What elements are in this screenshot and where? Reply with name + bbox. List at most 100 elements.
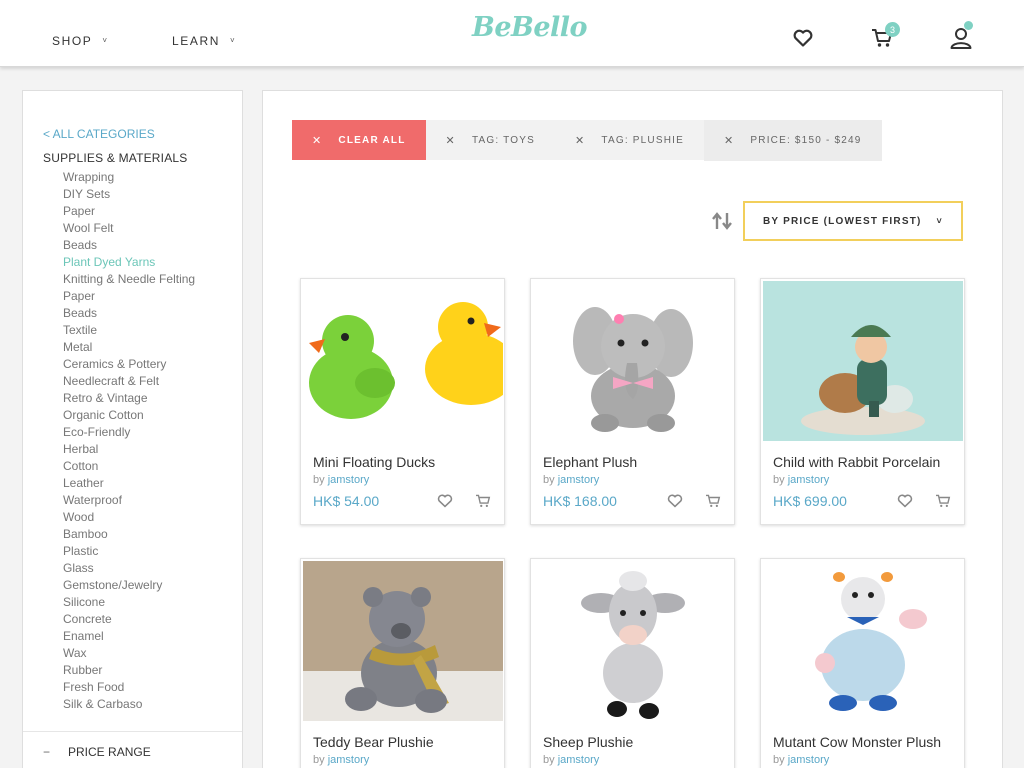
notification-dot [964, 21, 973, 30]
sidebar-subcategory-item[interactable]: Needlecraft & Felt [63, 373, 195, 390]
add-to-cart-icon[interactable] [704, 492, 722, 510]
product-seller: by jamstory [313, 754, 502, 766]
product-title[interactable]: Mini Floating Ducks [313, 454, 502, 470]
sidebar-subcategory-item[interactable]: Beads [63, 237, 195, 254]
sidebar-subcategory-item[interactable]: Textile [63, 322, 195, 339]
add-to-cart-icon[interactable] [934, 492, 952, 510]
add-to-cart-icon[interactable] [474, 492, 492, 510]
price-range-toggle[interactable]: − PRICE RANGE [43, 745, 151, 759]
sort-dropdown[interactable]: BY PRICE (LOWEST FIRST) ˅ [743, 201, 963, 241]
sidebar-subcategory-item[interactable]: Cotton [63, 458, 195, 475]
sidebar-subcategory-item[interactable]: Wrapping [63, 169, 195, 186]
product-card[interactable]: Teddy Bear Plushie by jamstory [300, 558, 505, 768]
sidebar-subcategory-item[interactable]: Silicone [63, 594, 195, 611]
sidebar-subcategory-item[interactable]: Concrete [63, 611, 195, 628]
close-icon[interactable]: ✕ [446, 134, 456, 147]
chevron-down-icon: ˅ [102, 35, 109, 45]
product-seller: by jamstory [773, 474, 962, 486]
filter-chip-label: TAG: TOYS [471, 134, 535, 146]
sidebar-subcategory-item[interactable]: Retro & Vintage [63, 390, 195, 407]
clear-all-label: CLEAR ALL [338, 134, 406, 146]
product-image-teddy-bear[interactable] [303, 561, 503, 721]
product-card[interactable]: Mutant Cow Monster Plush by jamstory [760, 558, 965, 768]
product-title[interactable]: Child with Rabbit Porcelain [773, 454, 962, 470]
category-heading[interactable]: SUPPLIES & MATERIALS [43, 151, 188, 165]
heart-icon[interactable] [666, 492, 684, 510]
heart-icon[interactable] [436, 492, 454, 510]
sidebar-subcategory-item[interactable]: Glass [63, 560, 195, 577]
sidebar-subcategory-item[interactable]: Leather [63, 475, 195, 492]
sidebar-subcategory-item[interactable]: Waterproof [63, 492, 195, 509]
filter-chip-label: PRICE: $150 - $249 [750, 135, 862, 146]
filter-chip-tag-toys[interactable]: ✕ TAG: TOYS [425, 120, 555, 160]
close-icon[interactable]: ✕ [575, 134, 585, 147]
sidebar-subcategory-item[interactable]: Bamboo [63, 526, 195, 543]
sidebar-subcategory-item[interactable]: Gemstone/Jewelry [63, 577, 195, 594]
product-title[interactable]: Elephant Plush [543, 454, 732, 470]
sidebar-subcategory-item[interactable]: Organic Cotton [63, 407, 195, 424]
sidebar-subcategory-item[interactable]: Herbal [63, 441, 195, 458]
product-title[interactable]: Sheep Plushie [543, 734, 732, 750]
sidebar-subcategory-item[interactable]: Eco-Friendly [63, 424, 195, 441]
sidebar-subcategory-item[interactable]: Fresh Food [63, 679, 195, 696]
sidebar-subcategory-item[interactable]: Silk & Carbaso [63, 696, 195, 713]
sidebar-subcategory-item[interactable]: Ceramics & Pottery [63, 356, 195, 373]
close-icon[interactable]: ✕ [724, 134, 734, 147]
sidebar-subcategory-item[interactable]: Wax [63, 645, 195, 662]
product-image-porcelain[interactable] [763, 281, 963, 441]
product-seller: by jamstory [313, 474, 502, 486]
clear-all-button[interactable]: ✕ CLEAR ALL [292, 120, 426, 160]
chevron-down-icon: ˅ [230, 35, 237, 45]
product-card[interactable]: Child with Rabbit Porcelain by jamstory … [760, 278, 965, 525]
category-sidebar: < ALL CATEGORIES SUPPLIES & MATERIALS Wr… [22, 90, 243, 768]
sort-arrows-icon[interactable] [711, 212, 733, 235]
sidebar-subcategory-item[interactable]: Plastic [63, 543, 195, 560]
all-categories-link[interactable]: < ALL CATEGORIES [43, 127, 155, 141]
seller-link[interactable]: jamstory [328, 754, 370, 766]
sidebar-subcategory-item[interactable]: Beads [63, 305, 195, 322]
heart-icon[interactable] [896, 492, 914, 510]
by-label: by [313, 474, 325, 486]
top-header: SHOP ˅ LEARN ˅ BeBello 3 [0, 0, 1024, 67]
product-seller: by jamstory [543, 754, 732, 766]
sidebar-subcategory-item[interactable]: Enamel [63, 628, 195, 645]
product-image-sheep[interactable] [533, 561, 733, 721]
by-label: by [543, 754, 555, 766]
sidebar-subcategory-item[interactable]: Paper [63, 288, 195, 305]
product-image-mutant-cow[interactable] [763, 561, 963, 721]
filter-chip-price[interactable]: ✕ PRICE: $150 - $249 [703, 120, 882, 161]
chevron-down-icon: ˅ [936, 216, 943, 226]
cart-count-badge: 3 [885, 22, 900, 37]
product-image-ducks[interactable] [303, 281, 503, 441]
seller-link[interactable]: jamstory [328, 474, 370, 486]
seller-link[interactable]: jamstory [558, 754, 600, 766]
filter-chip-label: TAG: PLUSHIE [601, 134, 684, 146]
product-price: HK$ 699.00 [773, 493, 847, 509]
product-title[interactable]: Teddy Bear Plushie [313, 734, 502, 750]
nav-shop-label: SHOP [52, 34, 93, 48]
seller-link[interactable]: jamstory [788, 474, 830, 486]
seller-link[interactable]: jamstory [558, 474, 600, 486]
wishlist-heart-icon[interactable] [791, 26, 815, 50]
sidebar-subcategory-item[interactable]: Wool Felt [63, 220, 195, 237]
sidebar-subcategory-item[interactable]: Paper [63, 203, 195, 220]
product-image-elephant[interactable] [533, 281, 733, 441]
product-card[interactable]: Elephant Plush by jamstory HK$ 168.00 [530, 278, 735, 525]
filter-chip-tag-plushie[interactable]: ✕ TAG: PLUSHIE [554, 120, 704, 160]
sidebar-subcategory-item[interactable]: Metal [63, 339, 195, 356]
sidebar-subcategory-item[interactable]: Wood [63, 509, 195, 526]
product-title[interactable]: Mutant Cow Monster Plush [773, 734, 962, 750]
nav-learn[interactable]: LEARN ˅ [172, 34, 236, 48]
by-label: by [773, 754, 785, 766]
product-seller: by jamstory [773, 754, 962, 766]
product-card[interactable]: Sheep Plushie by jamstory [530, 558, 735, 768]
brand-logo[interactable]: BeBello [472, 12, 588, 43]
sidebar-subcategory-item[interactable]: Knitting & Needle Felting [63, 271, 195, 288]
sidebar-subcategory-item[interactable]: Rubber [63, 662, 195, 679]
product-card[interactable]: Mini Floating Ducks by jamstory HK$ 54.0… [300, 278, 505, 525]
sidebar-subcategory-item[interactable]: DIY Sets [63, 186, 195, 203]
sidebar-subcategory-item[interactable]: Plant Dyed Yarns [63, 254, 195, 271]
nav-shop[interactable]: SHOP ˅ [52, 34, 109, 48]
seller-link[interactable]: jamstory [788, 754, 830, 766]
collapse-minus-icon: − [43, 745, 51, 759]
